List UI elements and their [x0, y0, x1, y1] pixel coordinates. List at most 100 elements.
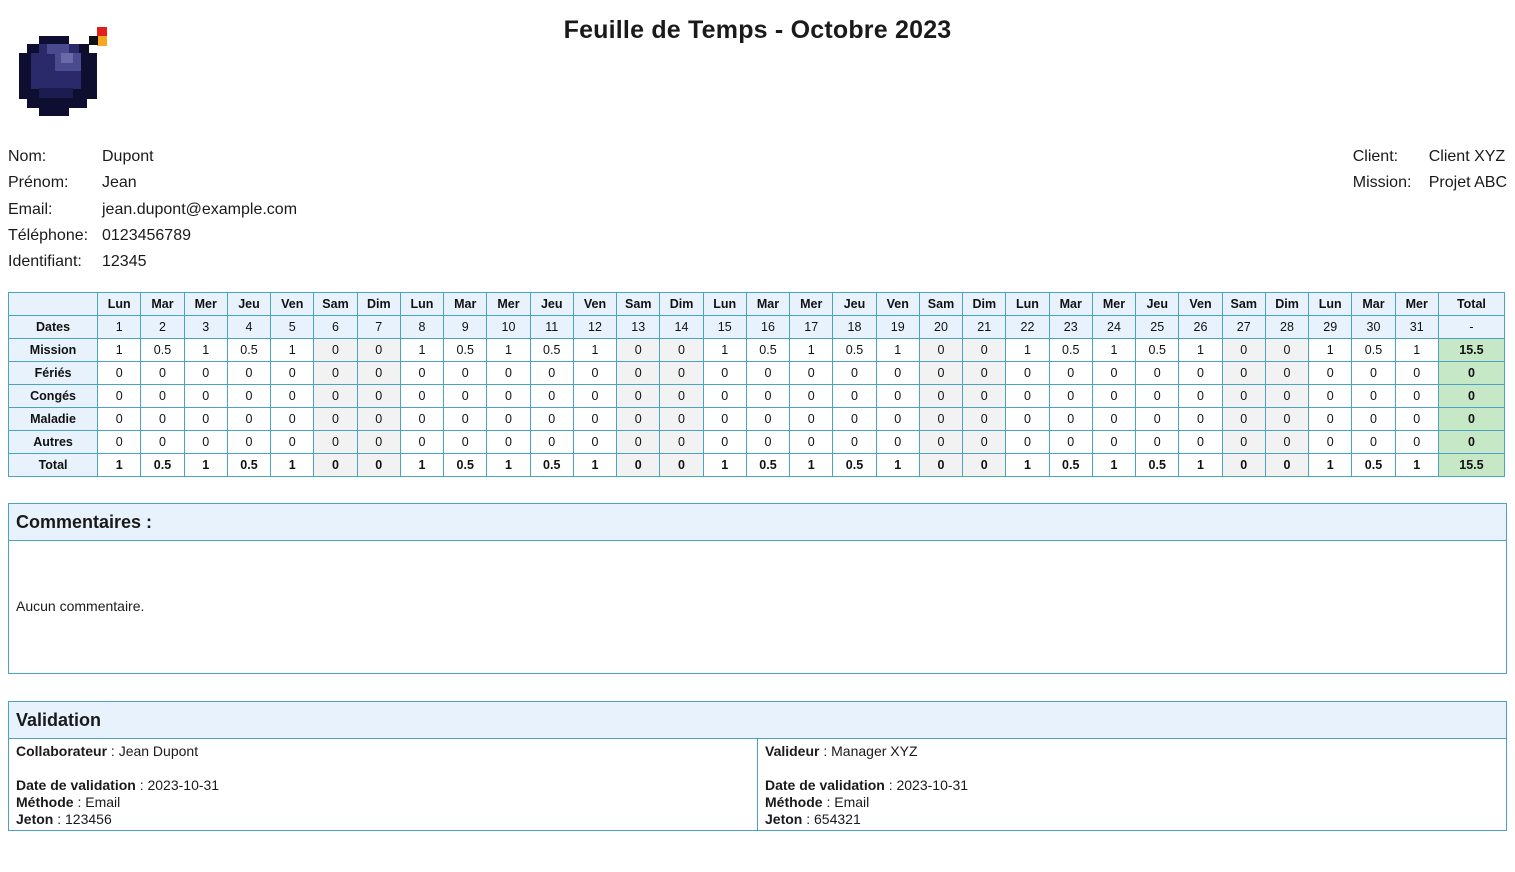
table-row-dates: Dates 1 2 3 4 5 6 7 8 9 10 11 12 13 14 15 16 17 18 19 20 21 22…: [7, 315, 1506, 339]
value-cell: 0: [1091, 384, 1137, 408]
row-label: Dates: [7, 315, 99, 339]
value-cell: 0: [313, 453, 358, 477]
value-cell: 1: [875, 338, 920, 362]
token-value: 123456: [65, 811, 112, 827]
role-value: Jean Dupont: [118, 743, 199, 759]
corner-cell: [7, 292, 99, 316]
date-value: 2023-10-31: [896, 777, 969, 793]
value-cell: 0: [1005, 407, 1050, 431]
comments-heading: Commentaires :: [9, 504, 1506, 541]
day-header: Sam: [918, 292, 964, 316]
token-label: Jeton: [765, 811, 803, 827]
value-cell: 0: [97, 361, 142, 385]
total-cell: 0: [1437, 361, 1506, 385]
table-header-row: Lun Mar Mer Jeu Ven Sam Dim Lun Mar Mer Jeu Ven Sam D…: [7, 292, 1506, 316]
value-cell: 0: [486, 361, 531, 385]
value-cell: 0: [313, 361, 358, 385]
value-cell: 0: [918, 407, 964, 431]
value-cell: 1: [702, 453, 747, 477]
date-cell: 14: [659, 315, 704, 339]
value-cell: 0: [140, 384, 185, 408]
value-cell: 0.5: [1135, 338, 1180, 362]
value-cell: 0: [659, 407, 704, 431]
row-label: Congés: [7, 384, 99, 408]
value-cell: 0: [832, 407, 877, 431]
date-cell: 30: [1351, 315, 1396, 339]
date-cell: 21: [962, 315, 1007, 339]
value-cell: 0: [572, 430, 618, 454]
value-cell: 0: [1005, 384, 1050, 408]
value-cell: 1: [1005, 338, 1050, 362]
value-cell: 0: [1178, 407, 1223, 431]
value-cell: 0: [659, 430, 704, 454]
value-cell: 0: [486, 430, 531, 454]
client-field-label: Client:: [1352, 148, 1399, 165]
value-cell: 0: [1221, 453, 1266, 477]
value-cell: 0: [356, 407, 401, 431]
value-cell: 0: [918, 338, 964, 362]
token-label: Jeton: [16, 811, 54, 827]
date-cell: 17: [789, 315, 834, 339]
value-cell: 0: [1394, 361, 1439, 385]
value-cell: 0: [702, 430, 747, 454]
day-header: Lun: [1005, 292, 1050, 316]
value-cell: 0: [1264, 453, 1310, 477]
value-cell: 0: [443, 384, 488, 408]
value-cell: 0: [659, 453, 704, 477]
row-label: Fériés: [7, 361, 99, 385]
value-cell: 0: [616, 430, 661, 454]
value-cell: 1: [1178, 453, 1223, 477]
employee-field-label: Nom:: [8, 148, 47, 165]
value-cell: 0: [745, 361, 791, 385]
value-cell: 0: [1308, 407, 1353, 431]
value-cell: 0: [529, 361, 574, 385]
value-cell: 0: [356, 361, 401, 385]
value-cell: 0: [745, 407, 791, 431]
value-cell: 0: [875, 430, 920, 454]
day-header: Ven: [1178, 292, 1223, 316]
client-field-label: Mission:: [1352, 174, 1412, 192]
day-header: Mar: [1351, 292, 1396, 316]
value-cell: 0.5: [226, 453, 272, 477]
value-cell: 0: [1135, 361, 1180, 385]
table-row: Autres 0 0 0 0 0 0 0 0 0 0 0 0 0 0 0 0 0 0 0 0 0 0 0 0 0 0 0 0 0 0 0 0: [7, 430, 1506, 454]
value-cell: 0: [745, 430, 791, 454]
value-cell: 1: [1091, 453, 1137, 477]
value-cell: 1: [1005, 453, 1050, 477]
validation-heading: Validation: [9, 702, 1506, 739]
day-header: Lun: [1308, 292, 1353, 316]
value-cell: 0: [962, 361, 1007, 385]
date-cell: 9: [443, 315, 488, 339]
value-cell: 0.5: [832, 338, 877, 362]
value-cell: 0: [832, 430, 877, 454]
day-header: Jeu: [226, 292, 272, 316]
row-label: Maladie: [7, 407, 99, 431]
value-cell: 0: [789, 361, 834, 385]
day-header: Dim: [659, 292, 704, 316]
value-cell: 0: [832, 384, 877, 408]
value-cell: 0: [875, 407, 920, 431]
role-label: Collaborateur: [16, 743, 108, 759]
employee-field-row: Nom: Dupont: [8, 144, 297, 170]
value-cell: 0: [183, 384, 228, 408]
value-cell: 1: [399, 453, 445, 477]
table-row: Maladie 0 0 0 0 0 0 0 0 0 0 0 0 0 0 0 0 0 0 0 0 0 0 0 0 0 0 0 0 0 0 0 0: [7, 407, 1506, 431]
value-cell: 0.5: [745, 338, 791, 362]
date-value: 2023-10-31: [147, 777, 220, 793]
employee-field-value: jean.dupont@example.com: [102, 200, 298, 218]
value-cell: 0: [1351, 407, 1396, 431]
value-cell: 0: [443, 361, 488, 385]
total-cell: 0: [1437, 407, 1506, 431]
employee-field-label: Prénom:: [8, 174, 69, 192]
date-cell: 24: [1091, 315, 1137, 339]
value-cell: 0: [616, 453, 661, 477]
value-cell: 0.5: [1048, 453, 1093, 477]
value-cell: 0: [97, 430, 142, 454]
client-field-row: Mission: Projet ABC: [1353, 170, 1507, 196]
value-cell: 0: [1005, 361, 1050, 385]
value-cell: 0: [616, 338, 661, 362]
value-cell: 0.5: [1351, 453, 1396, 477]
value-cell: 1: [486, 453, 531, 477]
value-cell: 0: [183, 361, 228, 385]
value-cell: 0.5: [443, 338, 488, 362]
